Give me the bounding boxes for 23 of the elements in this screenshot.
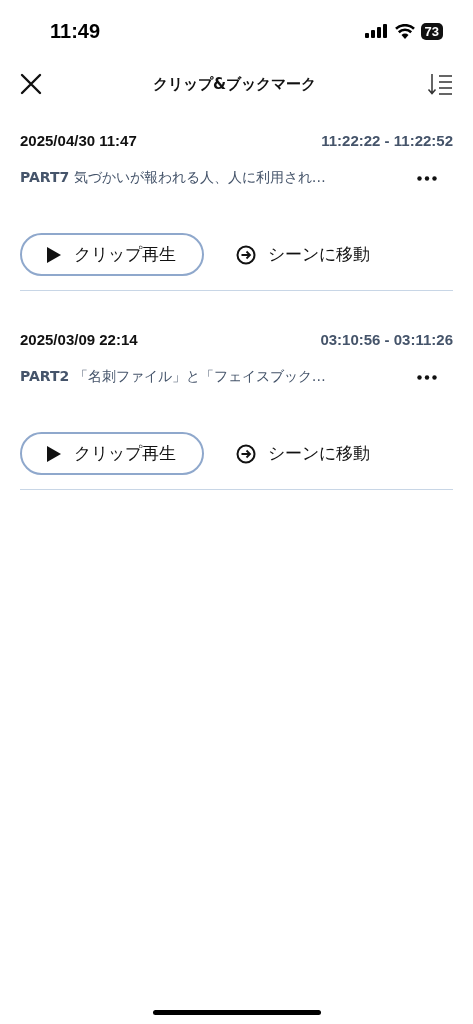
- scene-move-button[interactable]: シーンに移動: [236, 243, 370, 266]
- clip-title: PART2 「名刺ファイル」と「フェイスブック…: [20, 368, 326, 386]
- status-time: 11:49: [50, 19, 101, 43]
- clip-date: 2025/03/09 22:14: [20, 331, 138, 348]
- scene-move-button[interactable]: シーンに移動: [236, 442, 370, 465]
- clip-play-button[interactable]: クリップ再生: [20, 432, 204, 475]
- page-title: クリップ&ブックマーク: [152, 74, 317, 94]
- sort-button[interactable]: [425, 71, 455, 97]
- clip-title: PART7 気づかいが報われる人、人に利用され…: [20, 169, 326, 187]
- play-icon: [46, 245, 62, 264]
- arrow-circle-icon: [236, 443, 256, 464]
- clip-play-button[interactable]: クリップ再生: [20, 233, 204, 276]
- wifi-icon: [394, 23, 415, 39]
- more-icon[interactable]: [417, 175, 437, 181]
- clip-range: 11:22:22 - 11:22:52: [321, 132, 453, 149]
- more-icon[interactable]: [417, 374, 437, 380]
- arrow-circle-icon: [236, 244, 256, 265]
- play-icon: [46, 444, 62, 463]
- signal-icon: [364, 24, 389, 38]
- clip-range: 03:10:56 - 03:11:26: [320, 331, 453, 348]
- battery-indicator: 73: [420, 22, 443, 40]
- clip-date: 2025/04/30 11:47: [20, 132, 137, 149]
- close-button[interactable]: [18, 71, 44, 97]
